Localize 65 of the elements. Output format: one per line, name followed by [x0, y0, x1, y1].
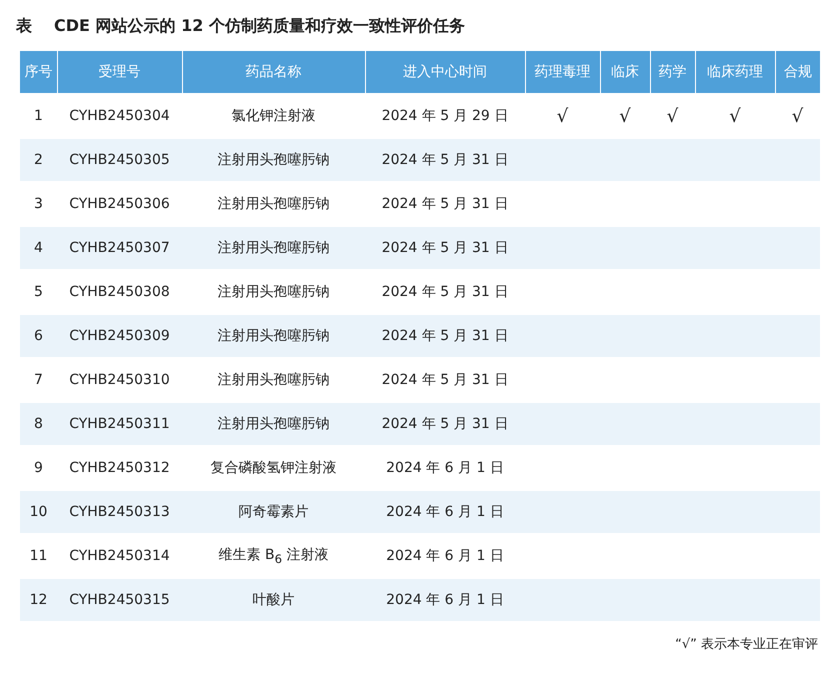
table-cell-text: CYHB2450310: [68, 371, 171, 390]
table-cell-text: 2024 年 5 月 31 日: [380, 195, 510, 214]
table-cell: 12: [20, 578, 57, 621]
column-header: 药理毒理: [525, 51, 600, 94]
table-cell-text: 氯化钾注射液: [230, 107, 316, 126]
table-cell: 6: [20, 314, 57, 358]
table-cell-text: 5: [33, 283, 44, 302]
table-cell-text: CYHB2450314: [68, 547, 171, 566]
table-cell-text: 注射用头孢噻肟钠: [216, 195, 330, 214]
table-cell-text: 复合磷酸氢钾注射液: [210, 459, 338, 478]
column-header: 受理号: [57, 51, 182, 94]
column-header: 药品名称: [182, 51, 365, 94]
table-cell: 阿奇霉素片: [182, 490, 365, 534]
table-cell-text: CYHB2450308: [68, 283, 171, 302]
table-cell-text: 2024 年 6 月 1 日: [385, 547, 505, 566]
table-cell: CYHB2450307: [57, 226, 182, 270]
table-cell: 2: [20, 138, 57, 182]
table-cell: 2024 年 5 月 31 日: [365, 138, 525, 182]
table-cell: 2024 年 6 月 1 日: [365, 490, 525, 534]
check-mark: √: [792, 106, 804, 126]
column-header: 临床: [600, 51, 650, 94]
table-cell: CYHB2450305: [57, 138, 182, 182]
column-header: 药学: [650, 51, 695, 94]
table-cell-text: 维生素 B$_{6}$ 注射液: [218, 546, 330, 568]
table-cell-text: 11: [28, 547, 48, 566]
table-cell-text: CYHB2450304: [68, 107, 171, 126]
table-cell: 10: [20, 490, 57, 534]
table-title: CDE 网站公示的 12 个仿制药质量和疗效一致性评价任务: [54, 16, 465, 37]
table-cell-text: 3: [33, 195, 44, 214]
table-cell: 2024 年 5 月 31 日: [365, 314, 525, 358]
table-cell: 注射用头孢噻肟钠: [182, 138, 365, 182]
table-label: 表: [16, 16, 32, 37]
table-cell: 2024 年 6 月 1 日: [365, 578, 525, 621]
table-cell: 4: [20, 226, 57, 270]
check-mark: √: [729, 106, 741, 126]
table-cell: 注射用头孢噻肟钠: [182, 226, 365, 270]
table-cell: CYHB2450315: [57, 578, 182, 621]
table-cell-text: 1: [33, 107, 44, 126]
table-cell-text: 注射用头孢噻肟钠: [216, 371, 330, 390]
table-cell: CYHB2450309: [57, 314, 182, 358]
table-cell-text: 9: [33, 459, 44, 478]
column-header: 序号: [20, 51, 57, 94]
table-cell: 注射用头孢噻肟钠: [182, 402, 365, 446]
table-cell-text: 2024 年 5 月 31 日: [380, 371, 510, 390]
table-cell: CYHB2450311: [57, 402, 182, 446]
table-cell-text: 7: [33, 371, 44, 390]
table-cell: CYHB2450313: [57, 490, 182, 534]
footnote: “√” 表示本专业正在审评: [675, 636, 818, 653]
table-cell-text: CYHB2450306: [68, 195, 171, 214]
table-cell: 注射用头孢噻肟钠: [182, 314, 365, 358]
column-header: 临床药理: [695, 51, 775, 94]
table-cell-text: 2024 年 6 月 1 日: [385, 459, 505, 478]
table-cell-text: 2024 年 5 月 31 日: [380, 283, 510, 302]
table-cell: 叶酸片: [182, 578, 365, 621]
column-header: 合规: [775, 51, 820, 94]
check-mark: √: [556, 106, 568, 126]
column-header: 进入中心时间: [365, 51, 525, 94]
table-cell-text: 2024 年 5 月 29 日: [380, 107, 510, 126]
table-cell: 2024 年 5 月 31 日: [365, 402, 525, 446]
check-mark: √: [666, 106, 678, 126]
table-cell: 2024 年 5 月 31 日: [365, 226, 525, 270]
table-cell-text: CYHB2450312: [68, 459, 171, 478]
table-cell: 8: [20, 402, 57, 446]
check-mark: √: [619, 106, 631, 126]
table-cell-text: 注射用头孢噻肟钠: [216, 283, 330, 302]
